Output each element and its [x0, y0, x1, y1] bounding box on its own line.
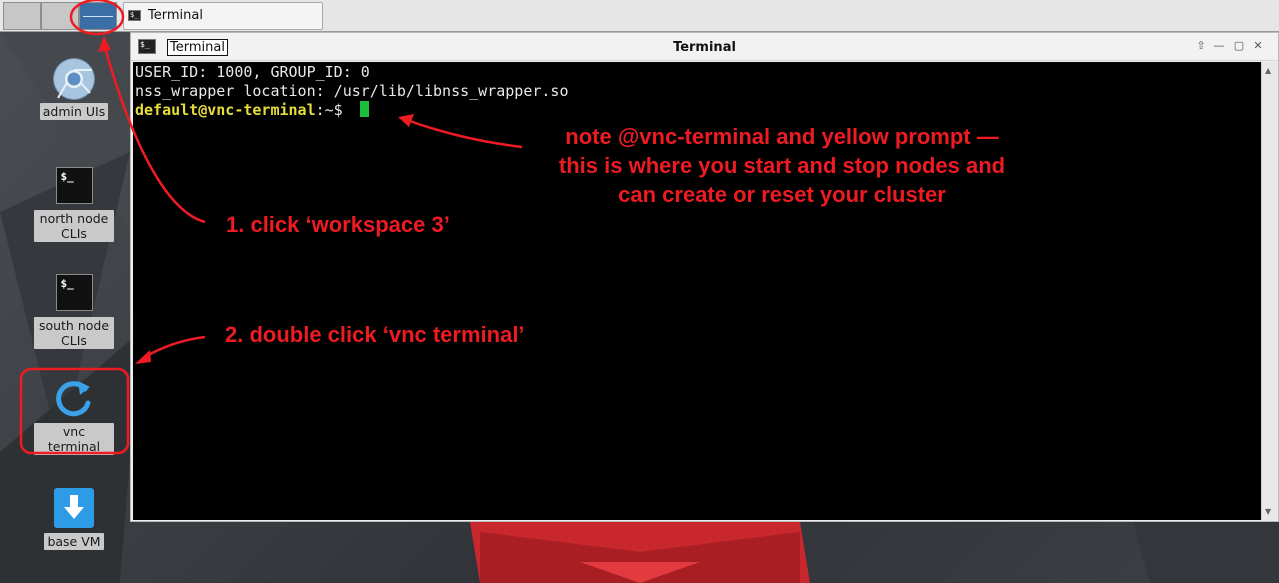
- prompt-path: :~$: [315, 101, 352, 119]
- maximize-icon[interactable]: ▢: [1232, 39, 1246, 52]
- scroll-down-icon[interactable]: ▼: [1265, 507, 1271, 516]
- window-title: Terminal: [673, 40, 736, 55]
- terminal-prompt: default@vnc-terminal:~$: [135, 101, 1261, 120]
- workspace-1-button[interactable]: [3, 2, 41, 30]
- desktop-icon-label: admin UIs: [39, 103, 109, 120]
- desktop-icon-label: north node CLIs: [34, 210, 114, 242]
- terminal-title-bar[interactable]: $_ Terminal Terminal ⇧ — ▢ ✕: [131, 33, 1278, 61]
- annotation-note: note @vnc-terminal and yellow prompt — t…: [532, 122, 1032, 209]
- scroll-up-icon[interactable]: ▲: [1265, 66, 1271, 75]
- desktop-icon-label: base VM: [44, 533, 104, 550]
- terminal-icon: $_: [55, 167, 93, 204]
- prompt-user: default@vnc-terminal: [135, 101, 316, 119]
- download-icon: [54, 487, 94, 528]
- minimize-icon[interactable]: —: [1212, 39, 1226, 52]
- workspace-3-button[interactable]: [79, 2, 117, 30]
- taskbar-terminal-label: Terminal: [148, 8, 203, 23]
- annotation-note-line: can create or reset your cluster: [618, 182, 946, 207]
- terminal-icon: $_: [128, 10, 141, 21]
- pin-icon[interactable]: ⇧: [1194, 39, 1208, 52]
- chrome-icon: [53, 57, 95, 100]
- annotation-step-2: 2. double click ‘vnc terminal’: [225, 322, 525, 347]
- terminal-window[interactable]: $_ Terminal Terminal ⇧ — ▢ ✕ USER_ID: 10…: [130, 32, 1279, 522]
- taskbar: $_ Terminal: [0, 0, 1279, 32]
- annotation-note-line: note @vnc-terminal and yellow prompt —: [565, 124, 999, 149]
- desktop-icon-admin-uis[interactable]: admin UIs: [34, 57, 114, 120]
- desktop-icon-label: south node CLIs: [34, 317, 114, 349]
- terminal-line: USER_ID: 1000, GROUP_ID: 0: [135, 63, 370, 81]
- desktop-icon-south-node-clis[interactable]: $_ south node CLIs: [34, 274, 114, 349]
- terminal-icon: $_: [55, 274, 93, 311]
- annotation-step-1: 1. click ‘workspace 3’: [226, 212, 450, 237]
- desktop-icon-label: vnc terminal: [34, 423, 114, 455]
- taskbar-terminal-button[interactable]: $_ Terminal: [123, 2, 323, 30]
- workspace-2-button[interactable]: [41, 2, 79, 30]
- desktop-icon-vnc-terminal[interactable]: vnc terminal: [34, 377, 114, 455]
- desktop-icon-north-node-clis[interactable]: $_ north node CLIs: [34, 167, 114, 242]
- terminal-line: nss_wrapper location: /usr/lib/libnss_wr…: [135, 82, 569, 100]
- close-icon[interactable]: ✕: [1251, 39, 1265, 52]
- terminal-cursor: [359, 101, 369, 117]
- refresh-icon: [54, 377, 94, 417]
- terminal-scrollbar[interactable]: ▲ ▼: [1261, 62, 1277, 520]
- annotation-note-line: this is where you start and stop nodes a…: [558, 153, 1006, 178]
- desktop-icon-base-vm[interactable]: base VM: [34, 487, 114, 550]
